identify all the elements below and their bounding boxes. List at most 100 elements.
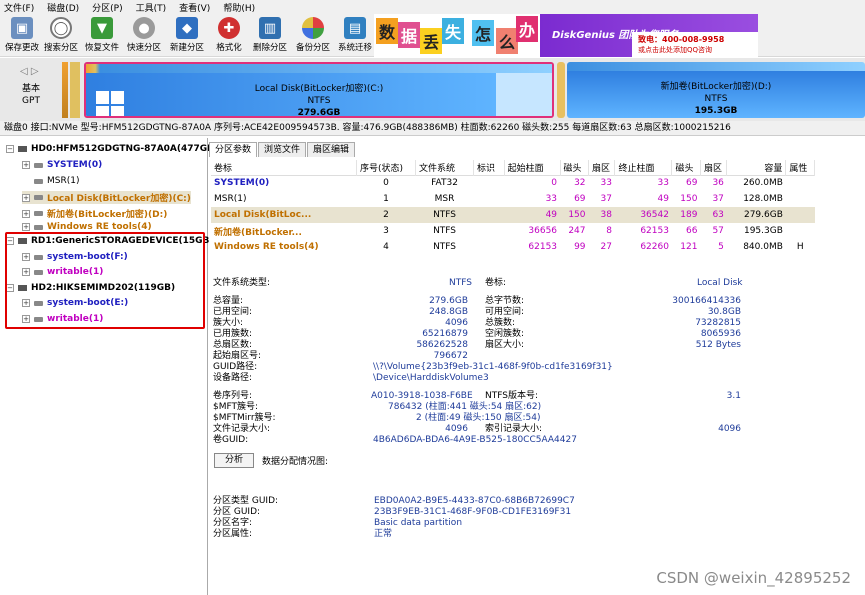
table-row[interactable]: 新加卷(BitLocker... 3 NTFS 36656 247 8 62153 66 57… [211, 223, 815, 239]
col-header[interactable]: 终止柱面 [614, 160, 673, 175]
mft-label: $MFT簇号: [213, 402, 259, 412]
small-partition-block[interactable] [62, 62, 68, 118]
partition-attr-label: 分区属性: [213, 529, 253, 539]
partition-type-guid-value: EBD0A0A2-B9E5-4433-87C0-68B6B72699C7 [374, 496, 575, 506]
red-highlight-box [5, 232, 205, 329]
banner-char: 么 [496, 28, 518, 54]
recover-icon: ▼ [91, 17, 113, 39]
cell-label: 新加卷(BitLocker... [214, 227, 302, 238]
tab-sector-edit[interactable]: 扇区编辑 [307, 142, 356, 157]
col-header[interactable]: 文件系统 [415, 160, 475, 175]
banner-phone: 致电：400-008-9958 [638, 35, 725, 44]
tree-partition[interactable]: + SYSTEM(0) [22, 160, 102, 170]
index-record-size-label: 索引记录大小: [485, 424, 543, 434]
partition-name-value: Basic data partition [374, 518, 463, 528]
table-row-selected[interactable]: Local Disk(BitLoc... 2 NTFS 49 150 38 36542 18… [211, 207, 815, 223]
col-header[interactable]: 磁头 [560, 160, 590, 175]
detail-label: 簇大小: [213, 318, 244, 328]
backup-partition-button[interactable]: 备份分区 [291, 14, 335, 57]
tree-disk-hd0[interactable]: − HD0:HFM512GDGTNG-87A0A(477GB) [6, 144, 218, 154]
new-partition-button[interactable]: ◆ 新建分区 [165, 14, 209, 57]
delete-partition-button[interactable]: ▥ 删除分区 [248, 14, 292, 57]
quick-partition-button[interactable]: ● 快速分区 [122, 14, 166, 57]
tree-partition[interactable]: MSR(1) [34, 176, 79, 186]
banner-char: 怎 [472, 20, 494, 46]
file-record-size-label: 文件记录大小: [213, 424, 271, 434]
partition-c-fs: NTFS [307, 96, 331, 106]
partition-icon [34, 178, 43, 184]
partition-c-size: 279.6GB [297, 108, 341, 118]
expand-icon[interactable]: + [22, 161, 30, 169]
prev-next-arrows[interactable]: ◁ ▷ [20, 66, 39, 77]
delete-icon: ▥ [259, 17, 281, 39]
expand-icon[interactable]: + [22, 209, 30, 218]
save-icon: ▣ [11, 17, 33, 39]
cell-label: Windows RE tools(4) [214, 242, 319, 252]
table-row[interactable]: Windows RE tools(4) 4 NTFS 62153 99 27 62260 1… [211, 239, 815, 255]
partition-c-name: Local Disk(BitLocker加密)(C:) [254, 84, 384, 94]
tree-partition[interactable]: + Windows RE tools(4) [22, 222, 152, 232]
partition-type-guid-label: 分区类型 GUID: [213, 496, 279, 506]
partition-d-name: 新加卷(BitLocker加密)(D:) [660, 82, 772, 92]
search-partition-button[interactable]: ◯ 搜索分区 [39, 14, 83, 57]
search-icon: ◯ [50, 17, 72, 39]
partition-block-c[interactable]: Local Disk(BitLocker加密)(C:) NTFS 279.6GB [84, 62, 554, 118]
menu-help[interactable]: 帮助(H) [223, 1, 255, 14]
fs-type-value: NTFS [449, 278, 472, 288]
col-header[interactable]: 容量 [726, 160, 787, 175]
col-header[interactable]: 扇区 [588, 160, 616, 175]
expand-icon[interactable]: + [22, 193, 30, 202]
col-header[interactable]: 属性 [785, 160, 815, 175]
expand-icon[interactable]: + [22, 223, 30, 231]
cell-label: SYSTEM(0) [214, 178, 270, 189]
menu-disk[interactable]: 磁盘(D) [47, 1, 79, 14]
small-partition-block[interactable] [70, 62, 80, 118]
detail-value: 512 Bytes [695, 340, 741, 350]
disk-icon [18, 146, 27, 152]
windows-icon [96, 91, 124, 116]
cell-label: Local Disk(BitLoc... [214, 210, 312, 220]
table-row[interactable]: SYSTEM(0) 0 FAT32 0 32 33 33 69 36 260.0MB [211, 175, 815, 191]
col-header[interactable]: 扇区 [700, 160, 728, 175]
partition-block-d[interactable]: 新加卷(BitLocker加密)(D:) NTFS 195.3GB [567, 62, 865, 118]
volume-label-value: Local Disk [697, 278, 743, 288]
system-migrate-button[interactable]: ▤ 系统迁移 [333, 14, 377, 57]
col-header[interactable]: 磁头 [671, 160, 701, 175]
tab-partition-params[interactable]: 分区参数 [209, 142, 258, 157]
save-button[interactable]: ▣ 保存更改 [0, 14, 44, 57]
col-header[interactable]: 起始柱面 [504, 160, 561, 175]
tree-partition[interactable]: + 新加卷(BitLocker加密)(D:) [22, 207, 167, 220]
col-header[interactable]: 卷标 [211, 160, 358, 175]
menu-file[interactable]: 文件(F) [4, 1, 34, 14]
collapse-icon[interactable]: − [6, 145, 14, 153]
small-partition-block[interactable] [557, 62, 565, 118]
col-header[interactable]: 序号(状态) [356, 160, 417, 175]
format-button[interactable]: ✚ 格式化 [207, 14, 251, 57]
menu-partition[interactable]: 分区(P) [92, 1, 122, 14]
table-row[interactable]: MSR(1) 1 MSR 33 69 37 49 150 37 128.0MB [211, 191, 815, 207]
partition-attr-value: 正常 [374, 529, 393, 539]
migrate-icon: ▤ [344, 17, 366, 39]
detail-label: 总字节数: [485, 296, 525, 306]
partition-icon [34, 162, 43, 168]
tab-browse-files[interactable]: 浏览文件 [258, 142, 307, 157]
analyze-button[interactable]: 分析 [214, 453, 254, 468]
menu-view[interactable]: 查看(V) [179, 1, 210, 14]
volume-guid-label: 卷GUID: [213, 435, 249, 445]
detail-value: 248.8GB [429, 307, 468, 317]
recover-files-button[interactable]: ▼ 恢复文件 [80, 14, 124, 57]
disk-info-line: 磁盘0 接口:NVMe 型号:HFM512GDGTNG-87A0A 序列号:AC… [0, 121, 865, 136]
watermark: CSDN @weixin_42895252 [656, 569, 851, 587]
banner-contact: 致电：400-008-9958 或点击此处添加QQ咨询 [632, 32, 758, 57]
menu-tools[interactable]: 工具(T) [136, 1, 167, 14]
new-partition-icon: ◆ [176, 17, 198, 39]
tree-partition-selected[interactable]: + Local Disk(BitLocker加密)(C:) [22, 191, 191, 204]
partition-guid-value: 23B3F9EB-31C1-468F-9F0B-CD1FE3169F31 [374, 507, 572, 517]
ad-banner[interactable]: 数 据 丢 失 怎 么 办 DiskGenius 团队为您服务 致电：400-0… [374, 14, 758, 57]
backup-icon [302, 17, 324, 39]
ntfs-version-value: 3.1 [726, 391, 741, 401]
partition-d-fs: NTFS [704, 94, 728, 104]
col-header[interactable]: 标识 [473, 160, 505, 175]
banner-char: 丢 [420, 28, 442, 54]
detail-value: 65216879 [422, 329, 468, 339]
